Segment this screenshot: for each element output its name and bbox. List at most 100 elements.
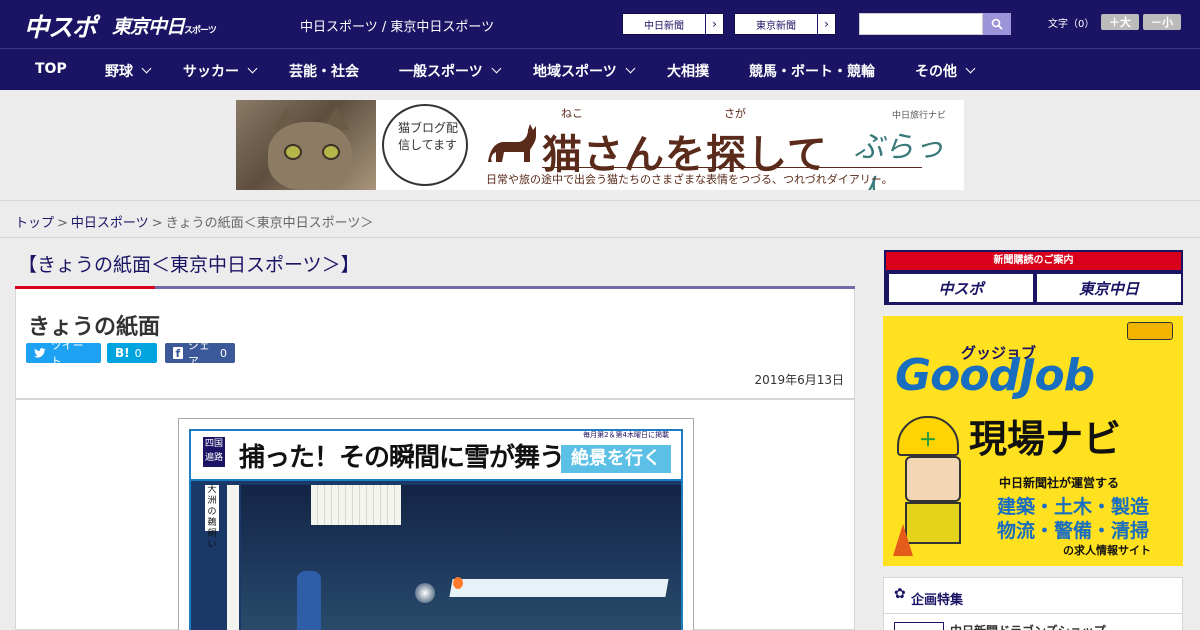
facebook-share-label: シェア [187,339,210,368]
worker-face [905,456,961,502]
font-smaller-button[interactable]: －小 [1143,14,1181,30]
section-title: 【きょうの紙面＜東京中日スポーツ＞】 [18,254,360,276]
newspaper-text-block [311,485,401,525]
chunichi-shimbun-button[interactable]: 中日新聞 › [622,13,724,35]
facebook-icon: f [173,347,183,360]
chuspo-logo[interactable]: 中スポ [24,8,97,44]
subscribe-tokyo-chunichi-logo[interactable]: 東京中日 [1037,274,1181,302]
tokyo-shimbun-button[interactable]: 東京新聞 › [734,13,836,35]
goodjob-line2: 建築・土木・製造 [997,496,1150,518]
site-header: 中スポ 東京中日スポーツ 中日スポーツ / 東京中日スポーツ 中日新聞 › 東京… [0,0,1200,48]
goodjob-navi: 現場ナビ [969,417,1122,461]
cat-face [268,122,352,190]
breadcrumb-separator: > [151,216,163,231]
banner-tag: 中日旅行ナビ [892,111,947,121]
newspaper-schedule-note: 毎月第2＆第4木曜日に掲載 [583,431,669,439]
newspaper-text-column [227,485,239,630]
breadcrumb-separator: > [57,216,68,231]
nav-item-label: 大相撲 [667,64,709,80]
facebook-share-count: 0 [220,346,227,360]
nav-item-label: 芸能・社会 [289,64,359,80]
hatena-icon: B! [115,346,130,360]
tweet-button[interactable]: ツイート [26,339,101,368]
goodjob-ad[interactable]: グッジョブ GoodJob ＋ 現場ナビ 中日新聞社が運営する 建築・土木・製造… [883,316,1183,566]
tokyo-chunichi-logo-text: 東京中日 [112,16,185,38]
newspaper-headline: 捕った！その瞬間に雪が舞う [239,443,565,473]
nav-item-label: サッカー [183,64,239,80]
subscribe-chuspo-logo[interactable]: 中スポ [889,274,1033,302]
subscription-heading: 新聞購読のご案内 [886,252,1181,270]
nav-item-entertainment[interactable]: 芸能・社会 [289,61,359,81]
banner-subtitle: 日常や旅の途中で出会う猫たちのさまざまな表情をつづる、つれづれダイアリー。 [486,173,893,186]
newspaper-side-caption: 大洲の鵜飼い [205,485,219,550]
tweet-label: ツイート [50,339,84,368]
feature-item-link[interactable]: 中日新聞ドラゴンズショップ [950,622,1106,630]
goodjob-logo: GoodJob [895,350,1095,401]
nav-item-soccer[interactable]: サッカー [183,61,258,81]
twitter-icon [34,348,46,358]
tokyo-chunichi-logo[interactable]: 東京中日スポーツ [112,12,217,39]
newspaper-corner-label: 四国遍路 [203,437,225,467]
font-size-label: 文字（0） [1048,19,1095,30]
hatena-bookmark-button[interactable]: B! 0 [107,343,157,363]
nav-item-other[interactable]: その他 [915,61,976,81]
nav-item-general-sports[interactable]: 一般スポーツ [399,61,502,81]
chevron-right-icon: › [817,14,835,34]
breadcrumb-link-top[interactable]: トップ [15,216,54,231]
breadcrumb-bar: トップ > 中日スポーツ > きょうの紙面＜東京中日スポーツ＞ [0,200,1200,238]
breadcrumb-link-chunichi-sports[interactable]: 中日スポーツ [71,216,149,231]
newspaper-page-image[interactable]: 四国遍路 捕った！その瞬間に雪が舞う 毎月第2＆第4木曜日に掲載 絶景を行く 大… [178,418,694,630]
nav-item-sumo[interactable]: 大相撲 [667,61,709,81]
nav-item-label: 野球 [105,64,133,80]
goodjob-line4: の求人情報サイト [1063,544,1151,557]
cat-silhouette-icon [488,124,536,162]
nav-item-label: 一般スポーツ [399,64,483,80]
site-title: 中日スポーツ / 東京中日スポーツ [300,20,495,35]
cat-photo [236,100,376,190]
goodjob-line1: 中日新聞社が運営する [999,476,1120,490]
article-title: きょうの紙面 [28,315,161,340]
feature-thumbnail[interactable] [894,622,944,630]
nav-item-racing[interactable]: 競馬・ボート・競輪 [749,61,875,81]
subscription-box[interactable]: 新聞購読のご案内 中スポ 東京中日 [884,250,1183,305]
newspaper-series-title: 絶景を行く [561,445,671,473]
nav-item-label: 競馬・ボート・競輪 [749,64,875,80]
helmet-cross: ＋ [919,430,937,451]
nav-item-label: 地域スポーツ [533,64,617,80]
boat-shape [449,579,669,597]
cat-blog-banner[interactable]: 猫ブログ配信してます ねこ さが 猫さんを探して 中日旅行ナビ ぶらっ人 日常や… [236,100,964,190]
tokyo-shimbun-label: 東京新聞 [756,20,796,32]
goodjob-line3: 物流・警備・清掃 [997,520,1150,542]
feature-header: ✿ 企画特集 [884,578,1182,614]
worker-vest [905,502,961,544]
chevron-down-icon [965,63,976,74]
nav-item-baseball[interactable]: 野球 [105,61,152,81]
tokyo-chunichi-logo-small: スポーツ [184,26,217,36]
cormorant-fisher-figure [297,571,321,630]
helmet-icon: ＋ [897,416,959,456]
feature-box: ✿ 企画特集 中日新聞ドラゴンズショップ [883,577,1183,630]
nav-item-label: TOP [35,61,67,77]
nav-item-regional-sports[interactable]: 地域スポーツ [533,61,636,81]
newspaper-page: 四国遍路 捕った！その瞬間に雪が舞う 毎月第2＆第4木曜日に掲載 絶景を行く 大… [189,429,683,630]
traffic-cone-icon [893,524,913,556]
cat-eye [322,144,340,160]
truck-icon [1127,322,1173,340]
facebook-share-button[interactable]: f シェア 0 [165,339,235,368]
feature-title: 企画特集 [911,593,964,608]
chevron-right-icon: › [705,14,723,34]
main-nav: TOP 野球 サッカー 芸能・社会 一般スポーツ 地域スポーツ 大相撲 競馬・ボ… [0,48,1200,90]
article-content: 四国遍路 捕った！その瞬間に雪が舞う 毎月第2＆第4木曜日に掲載 絶景を行く 大… [15,399,855,630]
search-button[interactable] [983,13,1011,35]
article-header: きょうの紙面 ツイート B! 0 f シェア 0 2019年6月13日 [15,289,855,399]
breadcrumb: トップ > 中日スポーツ > きょうの紙面＜東京中日スポーツ＞ [15,212,373,231]
font-larger-button[interactable]: ＋大 [1101,14,1139,30]
search-icon [991,18,1003,30]
ribbon-icon: ✿ [894,586,906,602]
chevron-down-icon [141,63,152,74]
nav-item-top[interactable]: TOP [35,61,67,77]
chevron-down-icon [491,63,502,74]
hatena-count: 0 [134,346,142,360]
chunichi-shimbun-label: 中日新聞 [644,20,684,32]
search-input[interactable] [859,13,983,35]
